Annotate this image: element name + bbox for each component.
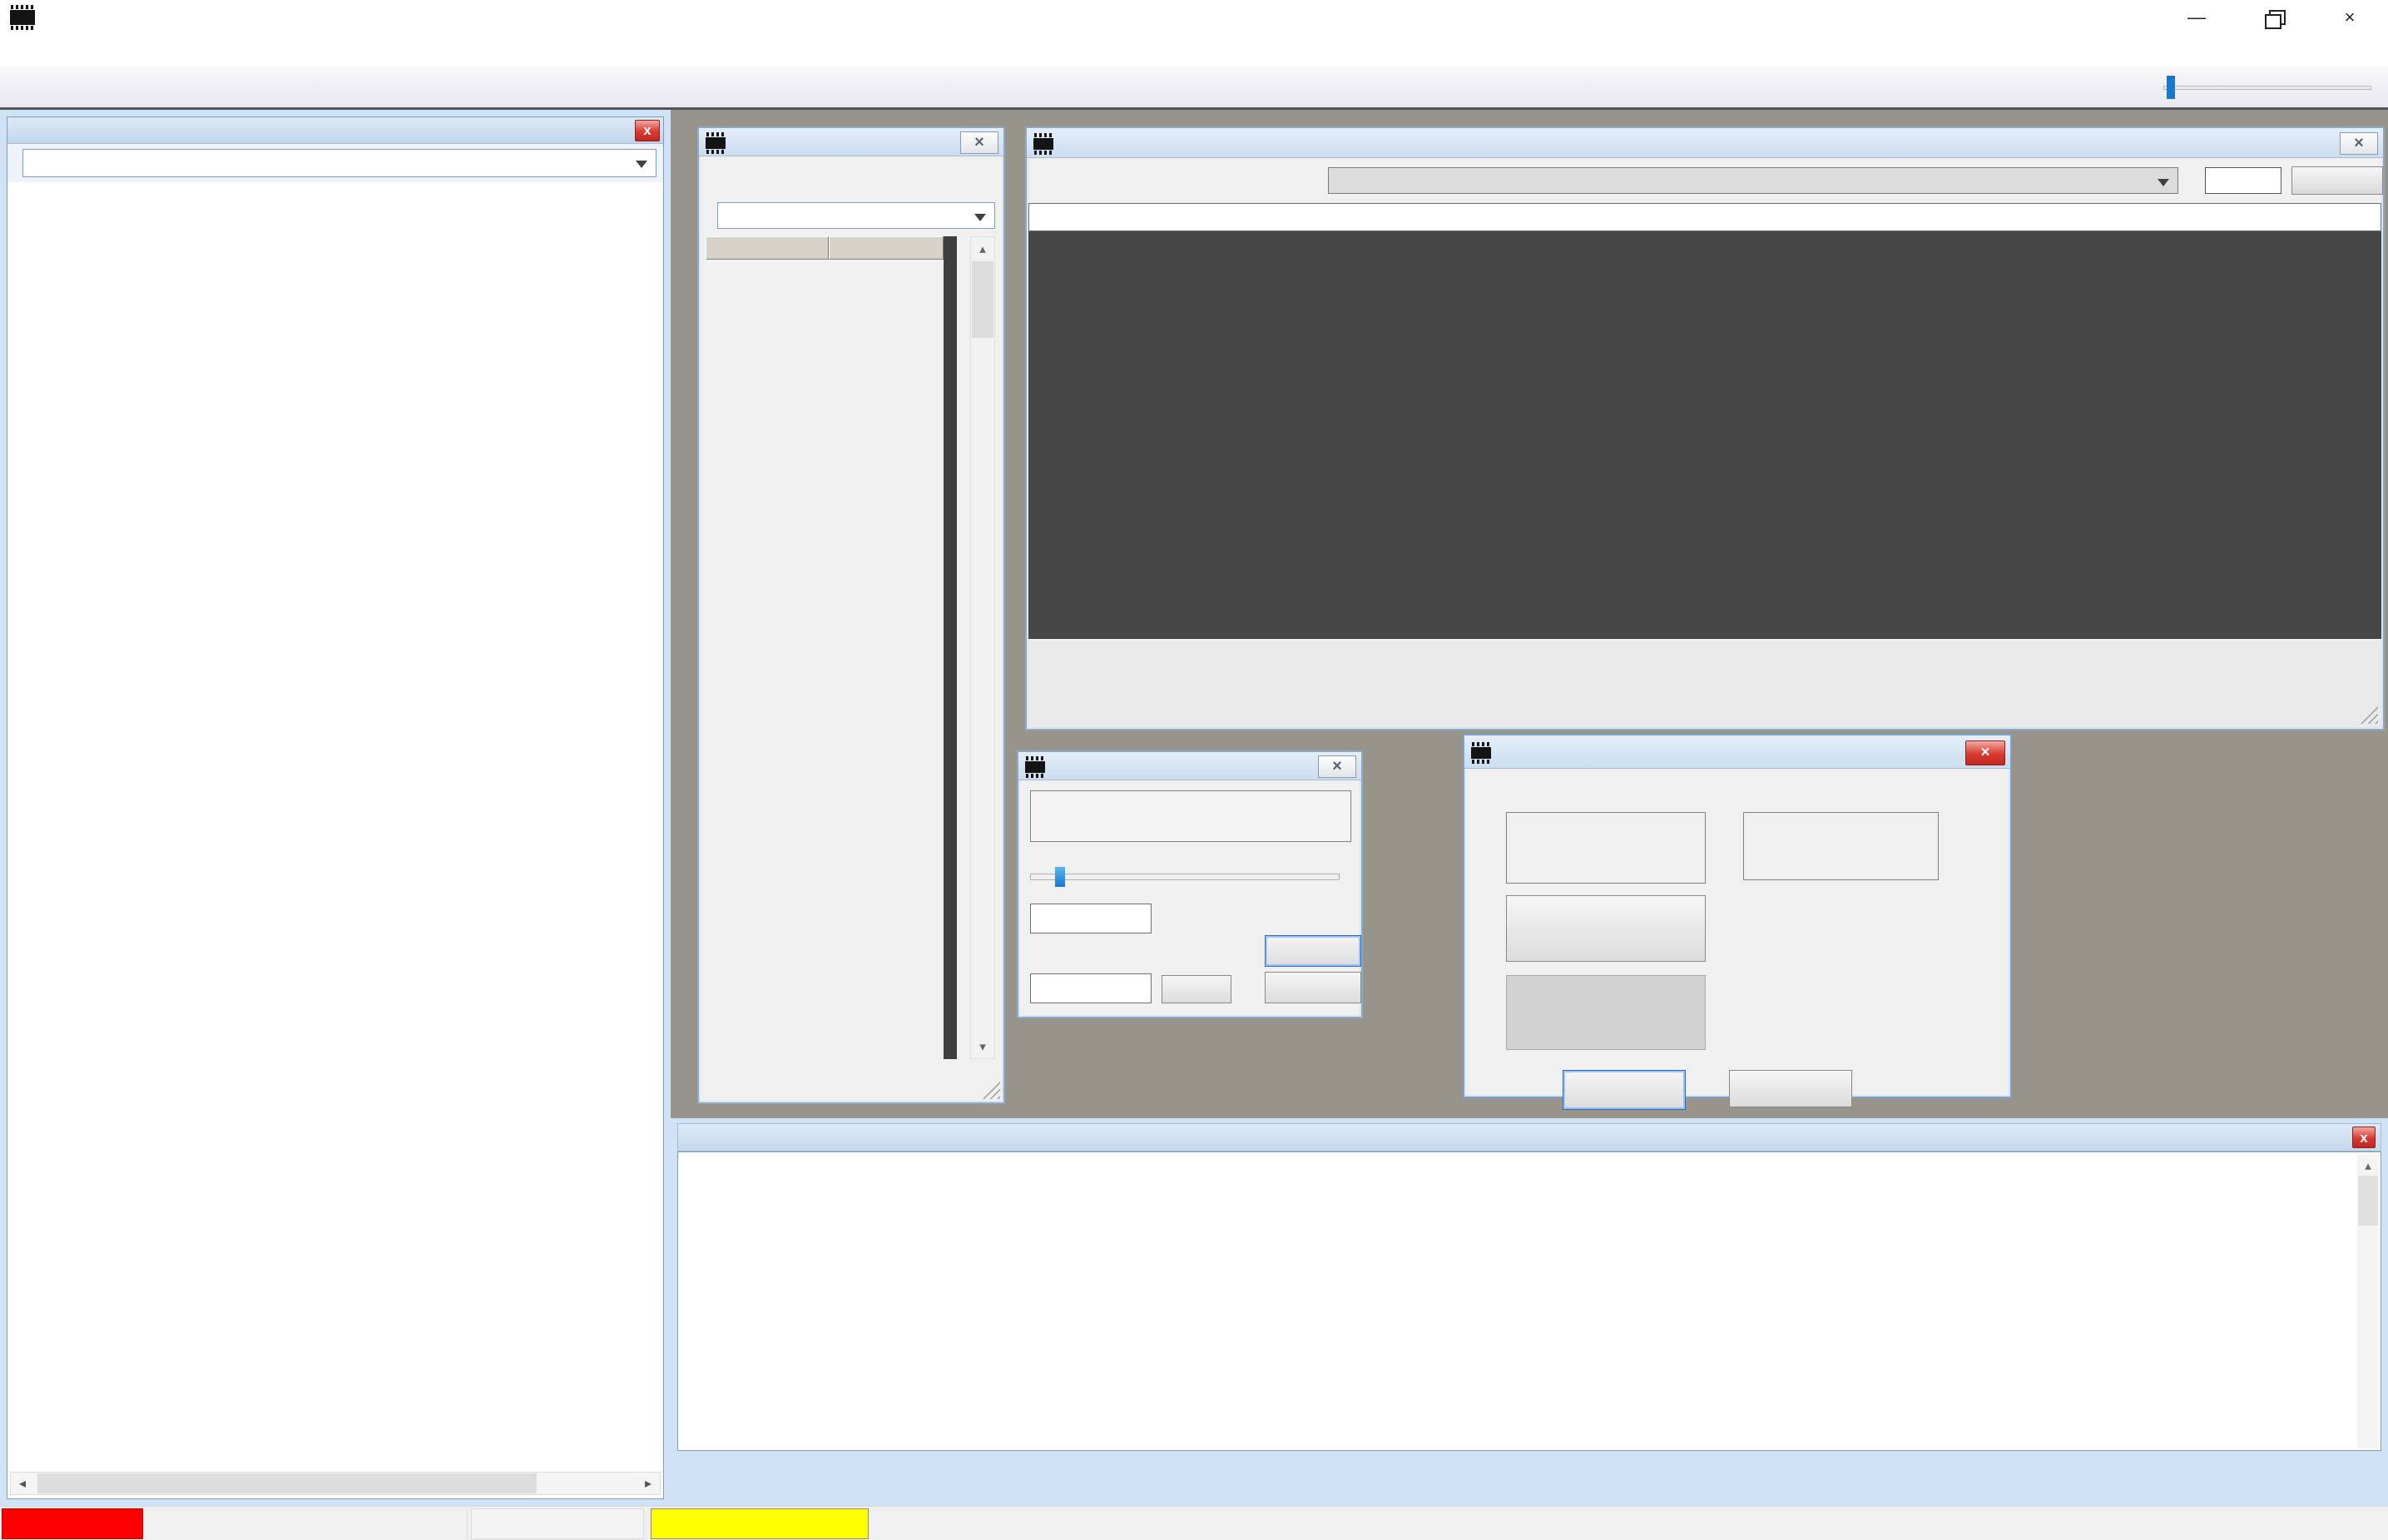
comments-panel: x ▴ [671,1118,2388,1506]
chip-icon [1471,747,1491,759]
parameter-tree-list [8,187,662,1468]
chip-icon [706,137,726,149]
patch-dialog-close-icon[interactable]: × [1965,740,2005,765]
function-select[interactable] [1328,167,2178,194]
empty-status-segment [471,1508,644,1539]
func-window-toolbar [699,156,1003,198]
comments-content[interactable]: ▴ [677,1151,2381,1451]
value-input[interactable] [1030,904,1152,933]
resize-grip[interactable] [2360,706,2378,724]
volts-column-header[interactable] [706,236,829,260]
current-state-box [1506,812,1706,884]
scroll-left-icon[interactable]: ◂ [11,1473,34,1494]
scalar-editor-dialog: × [1017,750,1363,1018]
patch-dialog-titlebar[interactable]: × [1464,735,2010,769]
selection-info [869,1508,880,1539]
close-button[interactable]: × [2311,0,2388,35]
scroll-thumb[interactable] [2358,1176,2378,1226]
menubar [0,35,2388,67]
emulation-speed-slider[interactable] [2163,74,2371,101]
emulation-status [2,1508,143,1539]
func-table [706,236,944,260]
close-panel-icon[interactable]: x [2352,1127,2376,1148]
comments-header[interactable]: x [677,1123,2381,1151]
table-filler [944,236,957,1059]
view-by-select[interactable] [22,149,656,177]
alt-window-bottom [1028,641,2381,727]
kgh-column-header[interactable] [829,236,944,260]
parameter-name-box [1030,790,1351,842]
alt-grid [1028,231,2381,639]
slider-track [2163,86,2371,90]
close-panel-icon[interactable]: x [635,120,660,141]
execute-button[interactable] [2291,166,2383,195]
scroll-up-icon[interactable]: ▴ [2357,1154,2379,1177]
resize-grip[interactable] [982,1081,1000,1099]
app-titlebar[interactable]: — × [0,0,2388,35]
compare-value-input[interactable] [1030,973,1152,1003]
func-window-titlebar[interactable]: × [699,128,1003,156]
alt-window-titlebar[interactable]: × [1027,128,2383,158]
cancel-button[interactable] [1265,972,1361,1003]
apply-patch-button[interactable] [1506,895,1706,962]
restore-button[interactable] [2235,0,2311,35]
function-select[interactable] [717,202,995,229]
scroll-thumb[interactable] [972,261,993,338]
scroll-up-icon[interactable]: ▴ [971,237,994,260]
copy-button[interactable] [1162,975,1231,1003]
alt-window-close-icon[interactable]: × [2340,132,2378,155]
patch-not-applied-button [1506,975,1706,1050]
value-slider-track[interactable] [1030,874,1340,880]
scroll-right-icon[interactable]: ▸ [637,1473,660,1494]
status-bar [0,1506,2388,1540]
da-status [651,1508,869,1539]
alt-grid-header [1028,231,2381,251]
scalar-dialog-close-icon[interactable]: × [1318,755,1356,778]
value-input[interactable] [2205,167,2281,194]
func-table-window: × ▴ ▾ [697,126,1005,1104]
alt-window-toolbar [1027,158,2383,203]
patch-dialog: × [1463,734,2012,1098]
value-slider-thumb[interactable] [1055,867,1065,887]
alt-view-window: × [1025,126,2385,730]
save-button[interactable] [1265,935,1361,967]
main-toolbar [0,67,2388,110]
parameter-tree-header[interactable]: x [7,117,663,144]
alt-table-title [1028,203,2381,231]
tree-horizontal-scrollbar[interactable]: ◂ ▸ [10,1472,661,1495]
func-window-close-icon[interactable]: × [960,131,998,154]
chip-icon [1033,138,1053,150]
parameter-tree-panel: x ◂ ▸ [7,116,664,1499]
compare-state-box [1743,812,1939,880]
func-vertical-scrollbar[interactable]: ▴ ▾ [970,236,995,1059]
cancel-button[interactable] [1729,1070,1852,1107]
apply-button[interactable] [1563,1070,1686,1110]
scalar-dialog-titlebar[interactable]: × [1018,752,1361,780]
minimize-button[interactable]: — [2158,0,2235,35]
app-icon [10,10,35,25]
slider-thumb[interactable] [2167,76,2175,99]
comments-scrollbar[interactable]: ▴ [2357,1154,2379,1448]
chip-icon [1025,761,1045,773]
hardware-status [143,1508,468,1539]
scroll-down-icon[interactable]: ▾ [971,1035,994,1058]
scroll-thumb[interactable] [37,1473,537,1493]
